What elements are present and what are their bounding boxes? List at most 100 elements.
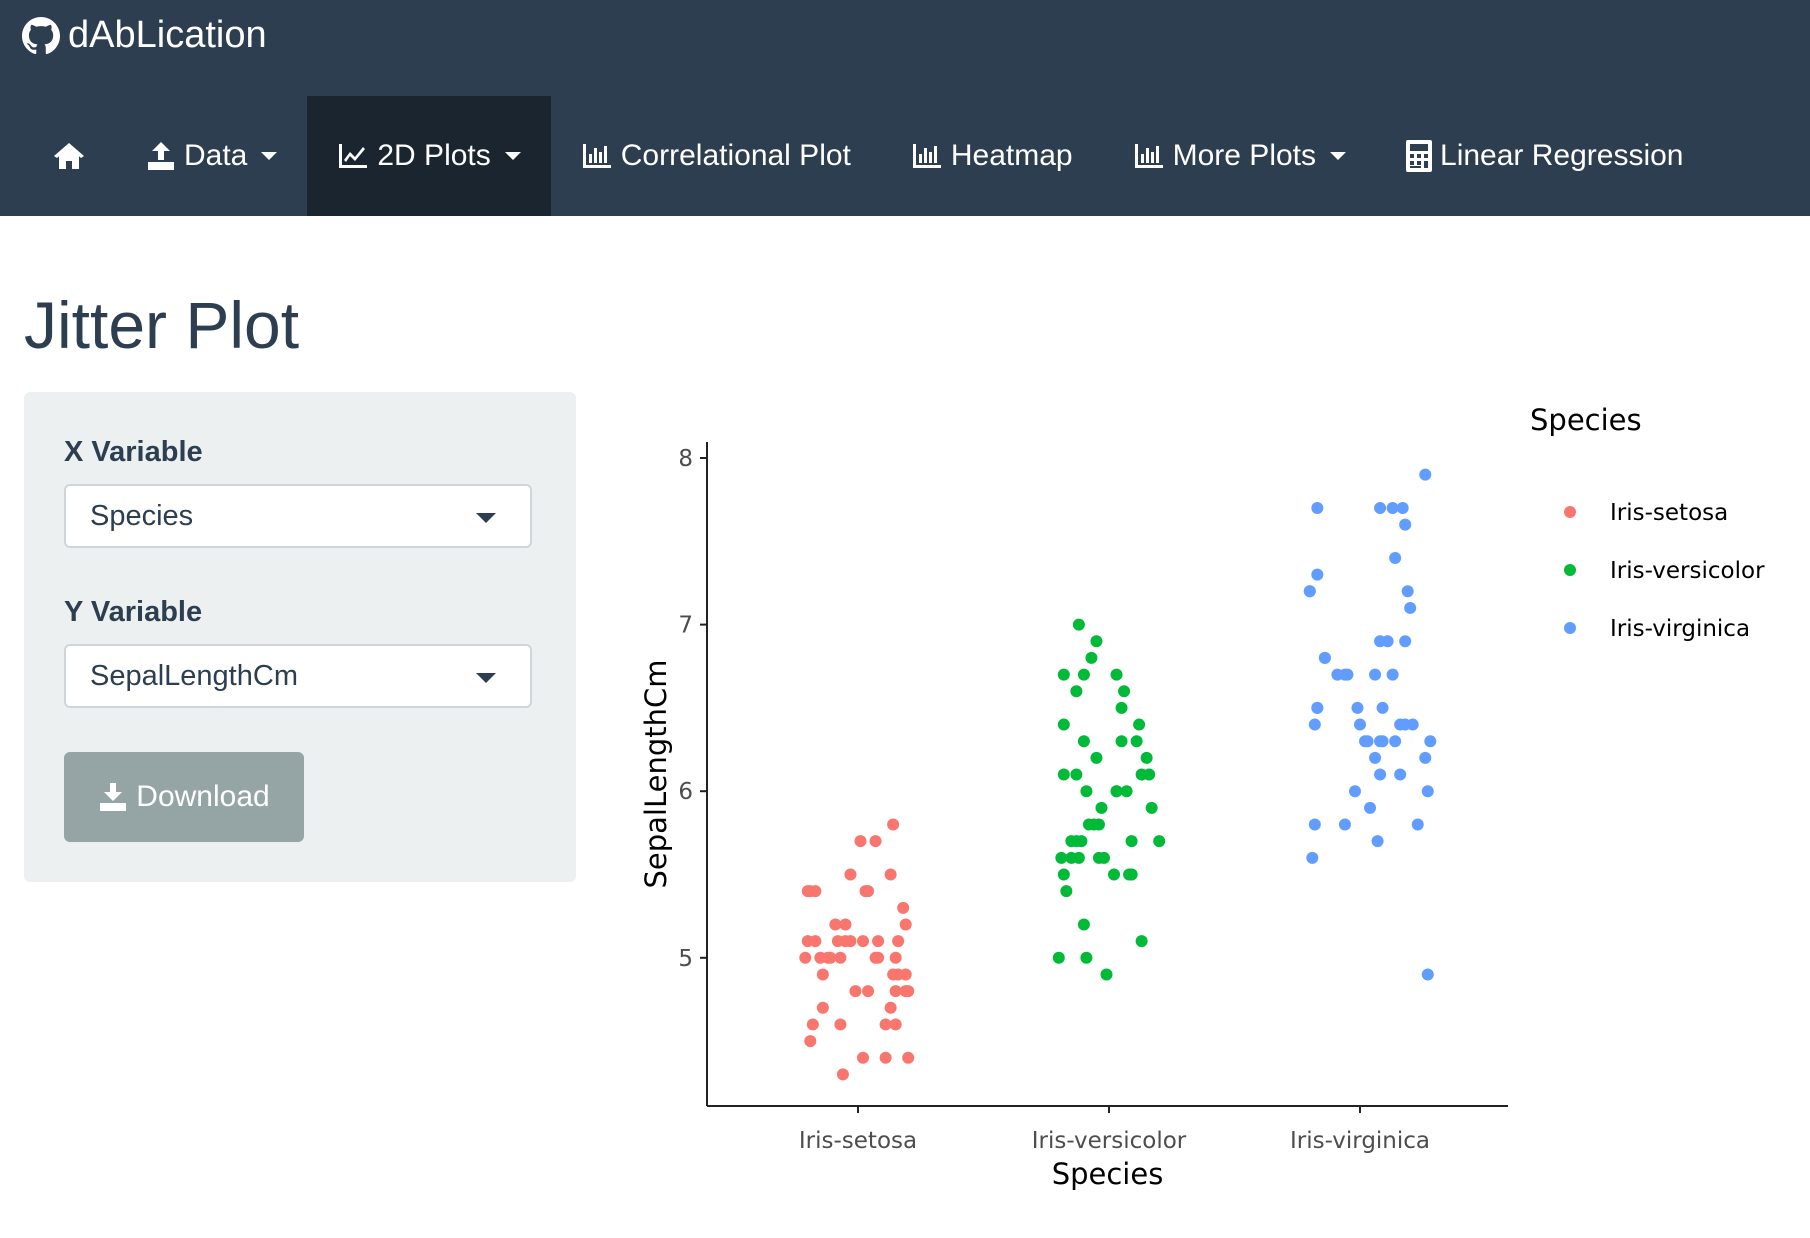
y-variable-value: SepalLengthCm	[90, 659, 298, 692]
data-point	[1421, 785, 1434, 798]
data-point	[1386, 668, 1399, 681]
data-point	[1095, 801, 1108, 814]
data-point	[1140, 751, 1153, 764]
calculator-icon	[1406, 140, 1433, 172]
data-point	[1108, 868, 1121, 881]
data-point	[1394, 768, 1407, 781]
data-point	[1341, 668, 1354, 681]
data-point	[1354, 718, 1366, 731]
data-point	[804, 1035, 817, 1048]
data-point	[834, 1018, 847, 1031]
data-point	[872, 935, 885, 948]
legend-key	[1564, 622, 1576, 634]
data-point	[1077, 668, 1090, 681]
nav-linear-regression[interactable]: Linear Regression	[1376, 96, 1713, 216]
data-point	[1421, 968, 1434, 981]
data-point	[1376, 701, 1389, 714]
data-point	[1133, 718, 1146, 731]
brand-bar: dAbLication	[0, 0, 1810, 96]
x-variable-select[interactable]: Species	[64, 484, 532, 548]
data-point	[849, 985, 862, 998]
legend-label: Iris-versicolor	[1610, 558, 1765, 584]
data-point	[844, 935, 857, 948]
data-point	[1110, 785, 1123, 798]
nav-2d-plots[interactable]: 2D Plots	[307, 96, 551, 216]
data-point	[1153, 835, 1166, 848]
data-point	[829, 918, 842, 931]
data-point	[1115, 701, 1128, 714]
data-point	[1110, 668, 1123, 681]
legend-key	[1564, 506, 1576, 518]
nav-2d-plots-label: 2D Plots	[377, 139, 491, 172]
page-title: Jitter Plot	[24, 288, 300, 362]
nav-heatmap-label: Heatmap	[950, 139, 1073, 172]
download-button[interactable]: Download	[64, 752, 304, 842]
data-point	[1389, 551, 1402, 564]
nav-more-plots[interactable]: More Plots	[1103, 96, 1376, 216]
chevron-down-icon	[1330, 152, 1347, 160]
data-point	[1052, 951, 1065, 964]
y-tick-label: 8	[678, 446, 693, 472]
data-point	[1060, 885, 1073, 898]
data-point	[1389, 735, 1402, 748]
data-point	[1057, 718, 1070, 731]
data-point	[902, 1051, 915, 1064]
data-point	[1072, 851, 1085, 864]
data-point	[1077, 735, 1090, 748]
y-variable-select[interactable]: SepalLengthCm	[64, 644, 532, 708]
nav-heatmap[interactable]: Heatmap	[881, 96, 1103, 216]
data-point	[1306, 851, 1319, 864]
download-label: Download	[136, 780, 270, 813]
data-point	[1080, 785, 1093, 798]
data-point	[1092, 851, 1105, 864]
brand[interactable]: dAbLication	[22, 14, 267, 57]
data-point	[1311, 501, 1324, 514]
data-point	[816, 1001, 829, 1014]
data-point	[862, 885, 875, 898]
legend-label: Iris-virginica	[1610, 616, 1750, 642]
data-point	[1057, 668, 1070, 681]
data-point	[1361, 735, 1374, 748]
data-point	[857, 1051, 870, 1064]
data-point	[1082, 818, 1095, 831]
bar-chart-icon	[582, 144, 611, 168]
y-axis-title: SepalLengthCm	[639, 659, 673, 888]
data-point	[1303, 585, 1316, 598]
data-point	[1399, 518, 1412, 531]
legend-key	[1564, 564, 1576, 576]
data-point	[1399, 635, 1412, 648]
line-chart-icon	[339, 144, 368, 168]
data-point	[1419, 468, 1432, 481]
sidebar-panel: X Variable Species Y Variable SepalLengt…	[24, 392, 576, 882]
data-point	[1348, 785, 1361, 798]
data-point	[1080, 951, 1093, 964]
github-icon	[22, 16, 60, 54]
data-point	[1376, 735, 1389, 748]
data-point	[897, 901, 910, 914]
data-point	[1070, 685, 1083, 698]
nav-home[interactable]	[22, 96, 116, 216]
data-point	[892, 935, 905, 948]
y-variable-label: Y Variable	[64, 596, 203, 628]
data-point	[1090, 635, 1103, 648]
nav-data[interactable]: Data	[116, 96, 307, 216]
data-point	[884, 1001, 897, 1014]
data-point	[887, 968, 900, 981]
data-point	[889, 985, 902, 998]
bar-chart-icon	[912, 144, 941, 168]
data-point	[1374, 768, 1387, 781]
data-point	[1386, 501, 1399, 514]
chevron-down-icon	[476, 673, 496, 683]
data-point	[1364, 801, 1377, 814]
x-tick-label: Iris-setosa	[799, 1128, 917, 1154]
legend-title: Species	[1530, 403, 1642, 437]
data-point	[887, 818, 900, 831]
bar-chart-icon	[1134, 144, 1163, 168]
nav-correlational-plot[interactable]: Correlational Plot	[551, 96, 881, 216]
navbar: Data 2D Plots Correlational Plot Heatmap…	[0, 96, 1810, 216]
data-point	[1118, 685, 1131, 698]
data-point	[1308, 818, 1321, 831]
data-point	[879, 1051, 892, 1064]
data-point	[799, 951, 812, 964]
data-point	[879, 1018, 892, 1031]
